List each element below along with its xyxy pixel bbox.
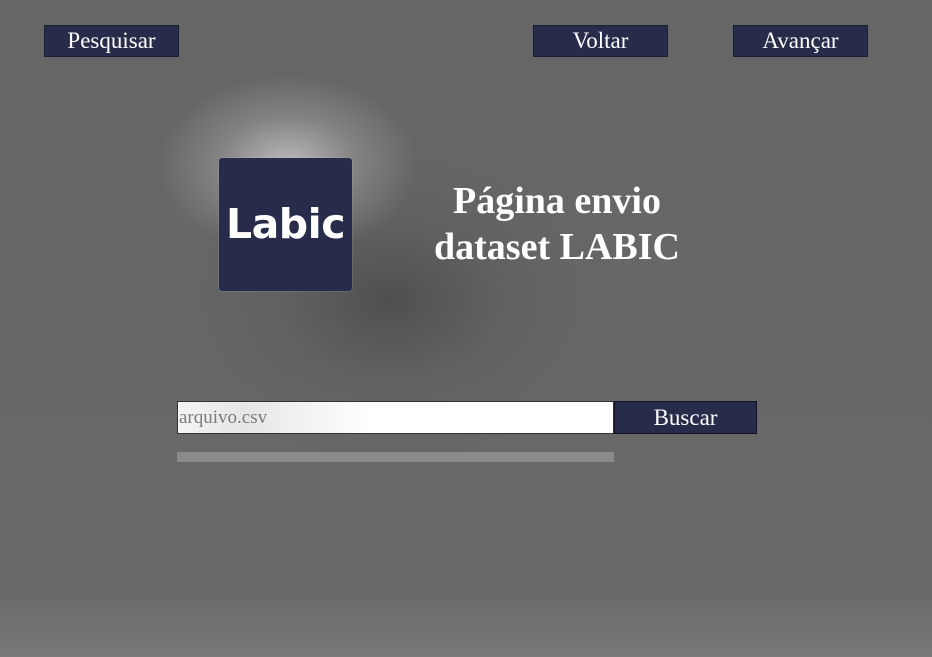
labic-logo: Labic: [219, 158, 352, 291]
file-path-input[interactable]: [177, 401, 614, 434]
logo-text: Labic: [226, 199, 346, 248]
fetch-button[interactable]: Buscar: [614, 401, 757, 434]
forward-button[interactable]: Avançar: [733, 25, 868, 57]
page-title: Página envio dataset LABIC: [434, 180, 680, 268]
back-button[interactable]: Voltar: [533, 25, 668, 57]
search-button[interactable]: Pesquisar: [44, 25, 179, 57]
upload-progress-bar: [177, 452, 614, 462]
